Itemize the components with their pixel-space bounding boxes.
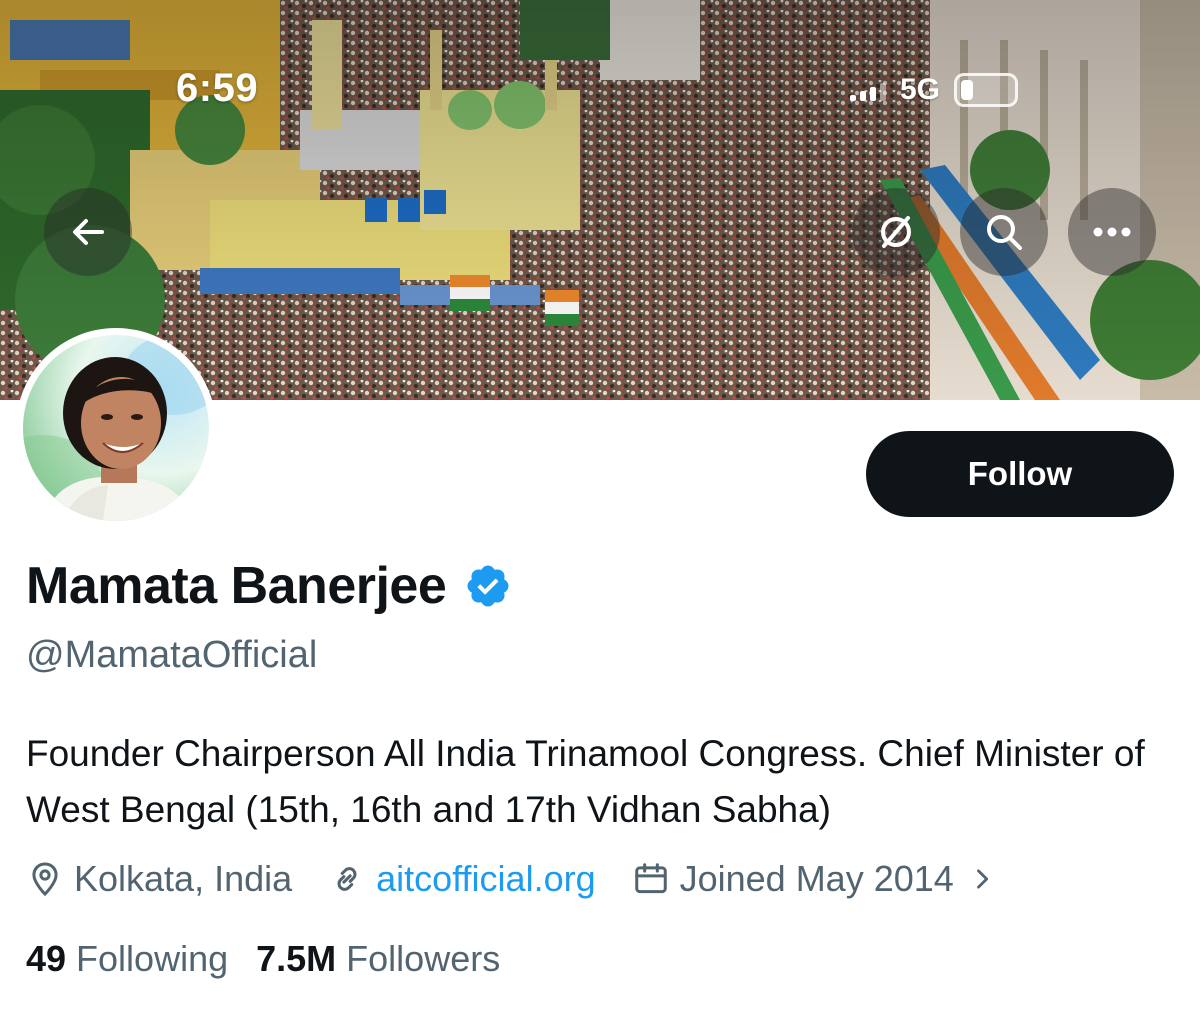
search-icon [987,215,1022,250]
more-button[interactable] [1068,188,1156,276]
profile-meta: Kolkata, India aitcofficial.org Joined M… [26,858,1032,900]
chevron-right-icon [976,869,988,889]
location-text: Kolkata, India [74,858,293,899]
followers-label[interactable]: Followers [346,938,500,980]
website-item[interactable]: aitcofficial.org [328,858,596,900]
back-button[interactable] [44,188,132,276]
profile-avatar[interactable] [16,328,216,528]
link-icon [337,867,357,891]
more-icon [1093,227,1131,237]
follow-button[interactable]: Follow [866,431,1174,517]
following-count[interactable]: 49 [26,938,66,980]
verified-badge-icon[interactable] [464,562,512,610]
grok-icon [881,216,911,248]
profile-bio: Founder Chairperson All India Trinamool … [26,733,1145,830]
grok-button[interactable] [852,188,940,276]
signal-icon [850,79,886,101]
profile-stats: 49 Following 7.5M Followers [26,938,528,980]
followers-count[interactable]: 7.5M [256,938,336,980]
avatar-photo [23,335,209,521]
profile-handle: @MamataOfficial [26,634,318,676]
joined-item[interactable]: Joined May 2014 [632,858,996,900]
status-time: 6:59 [176,66,259,110]
website-link[interactable]: aitcofficial.org [376,858,595,900]
search-button[interactable] [960,188,1048,276]
profile-name: Mamata Banerjee [26,557,447,615]
calendar-icon [634,863,667,894]
location-item: Kolkata, India [26,858,292,900]
following-label[interactable]: Following [76,938,228,980]
arrow-left-icon [73,219,104,245]
header-banner-image[interactable]: 6:59 5G [0,0,1200,400]
network-label: 5G [900,73,941,106]
status-icons: 5G [850,66,1019,114]
profile-name-row: Mamata Banerjee [26,556,512,616]
location-pin-icon [32,862,58,897]
battery-icon [954,73,1019,107]
joined-text: Joined May 2014 [679,858,954,899]
